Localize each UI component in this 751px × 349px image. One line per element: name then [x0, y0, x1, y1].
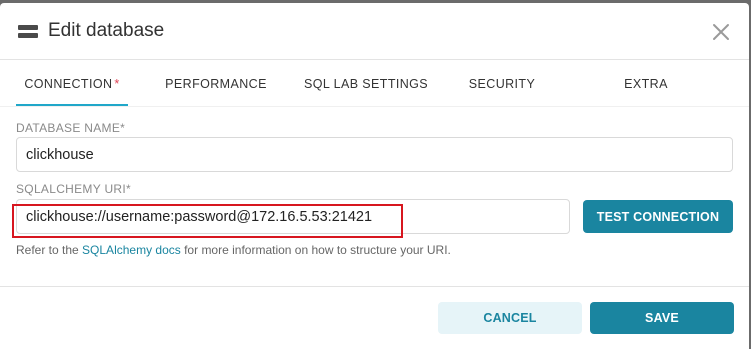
uri-helper-text: Refer to the SQLAlchemy docs for more in… — [16, 243, 451, 257]
tab-sql-lab-settings[interactable]: SQL LAB SETTINGS — [296, 61, 436, 106]
tab-label: SQL LAB SETTINGS — [303, 77, 429, 91]
close-icon[interactable] — [711, 22, 731, 42]
database-icon — [18, 25, 38, 39]
sqlalchemy-docs-link[interactable]: SQLAlchemy docs — [82, 243, 181, 257]
test-connection-button[interactable]: TEST CONNECTION — [583, 200, 733, 233]
modal-title: Edit database — [48, 20, 165, 41]
tab-performance[interactable]: PERFORMANCE — [156, 61, 276, 106]
footer-divider — [0, 286, 749, 287]
sqlalchemy-uri-input[interactable] — [16, 199, 570, 234]
edit-database-modal: Edit database CONNECTION * PERFORMANCE SQ… — [0, 3, 749, 349]
tab-security[interactable]: SECURITY — [461, 61, 543, 106]
tab-bar: CONNECTION * PERFORMANCE SQL LAB SETTINGS… — [16, 61, 736, 106]
helper-suffix: for more information on how to structure… — [180, 243, 451, 257]
cancel-button[interactable]: CANCEL — [438, 302, 582, 334]
sqlalchemy-uri-label: SQLALCHEMY URI* — [16, 182, 131, 196]
tab-label: EXTRA — [624, 77, 668, 91]
save-button[interactable]: SAVE — [590, 302, 734, 334]
required-mark: * — [114, 77, 120, 91]
database-name-label: DATABASE NAME* — [16, 121, 126, 135]
tabs-divider — [0, 106, 749, 107]
tab-label: PERFORMANCE — [165, 77, 267, 91]
database-name-input[interactable] — [16, 137, 733, 172]
tab-extra[interactable]: EXTRA — [616, 61, 676, 106]
tab-label: SECURITY — [468, 77, 536, 91]
tab-connection[interactable]: CONNECTION * — [16, 61, 128, 106]
helper-prefix: Refer to the — [16, 243, 83, 257]
tab-label: CONNECTION — [24, 77, 113, 91]
modal-header: Edit database — [0, 3, 749, 60]
